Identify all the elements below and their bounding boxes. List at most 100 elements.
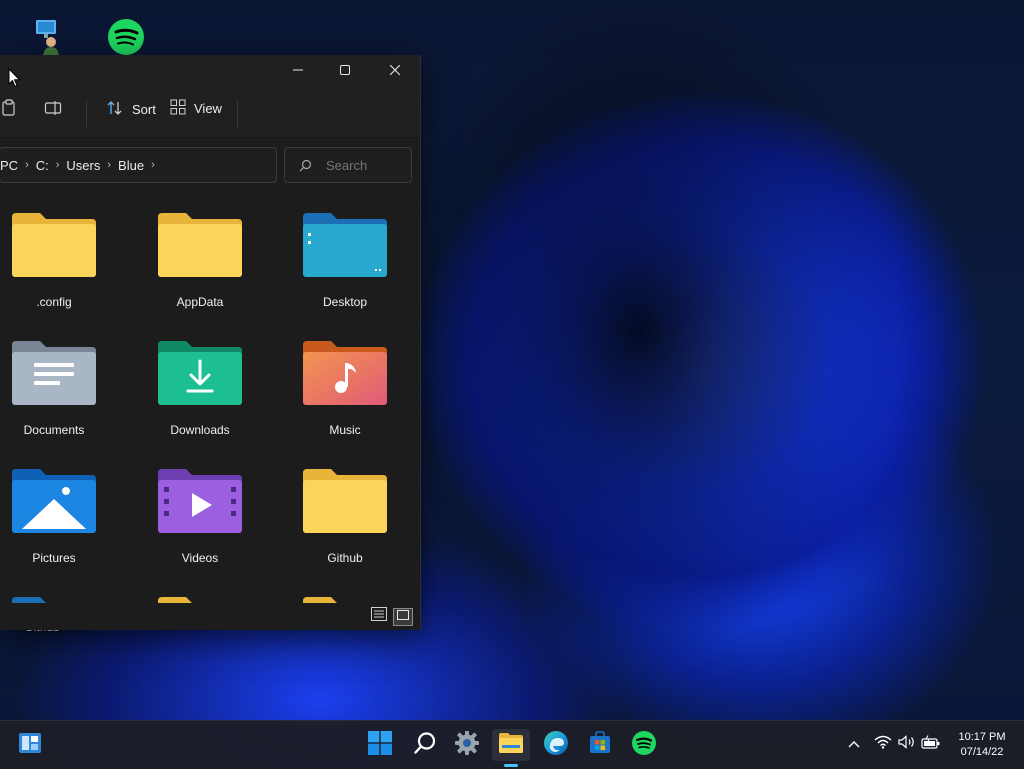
downloads-folder-icon [145,339,255,405]
file-item-music[interactable]: Music [290,339,400,437]
command-bar: Sort View [0,85,420,138]
breadcrumb-item-c[interactable]: C: [36,158,49,173]
settings-icon [454,730,480,761]
paste-button[interactable] [0,99,18,120]
file-item-github[interactable]: Github [290,467,400,565]
sort-icon [106,99,124,120]
toolbar-divider [86,101,87,127]
file-item-partial[interactable] [290,595,400,603]
file-item-appdata[interactable]: AppData [145,211,255,309]
file-explorer-window: Sort View PC › C: › Users › Blue › Searc… [0,55,421,630]
settings-button[interactable] [451,729,483,761]
battery-icon [921,734,941,754]
file-item-partial[interactable] [0,595,109,603]
paste-icon [0,99,18,120]
search-icon [299,159,312,172]
network-button[interactable] [872,733,894,755]
address-bar[interactable]: PC › C: › Users › Blue › [0,147,277,183]
wifi-icon [874,735,892,754]
desktop-icon-spotify[interactable] [94,18,158,59]
active-app-indicator [504,764,518,767]
file-item-config[interactable]: .config [0,211,109,309]
desktop-folder-icon [290,211,400,277]
file-item-label: .config [36,295,72,309]
clock-date: 07/14/22 [960,746,1004,758]
file-item-downloads[interactable]: Downloads [145,339,255,437]
folder-icon [290,595,400,603]
chevron-right-icon: › [25,159,29,171]
folder-icon [290,467,400,533]
breadcrumb-item-users[interactable]: Users [66,158,100,173]
search-box[interactable] [284,147,412,183]
file-explorer-button[interactable] [492,729,530,761]
taskbar: 10:17 PM 07/14/22 [0,720,1024,769]
details-view-button[interactable] [370,606,388,624]
breadcrumb-item-pc[interactable]: PC [0,158,18,173]
chevron-right-icon: › [107,159,112,171]
view-icon [170,99,186,118]
view-label: View [194,101,222,116]
start-button[interactable] [364,729,396,761]
widgets-button[interactable] [14,729,46,761]
spotify-icon [631,730,657,761]
chevron-right-icon: › [55,159,60,171]
mouse-pointer-icon [8,67,21,93]
show-hidden-icons-button[interactable] [843,733,865,755]
tiles-view-icon [396,608,410,626]
store-button[interactable] [584,729,616,761]
file-item-partial[interactable] [145,595,255,603]
file-grid: .config AppData Desktop Documents Downlo… [0,191,420,603]
folder-icon [0,211,109,277]
sort-button[interactable]: Sort [106,99,156,120]
file-item-label: Documents [23,423,85,437]
file-item-label: Music [329,423,361,437]
minimize-button[interactable] [275,55,321,85]
videos-folder-icon [145,467,255,533]
documents-folder-icon [0,339,109,405]
large-icons-view-button[interactable] [393,608,413,626]
spotify-button[interactable] [628,729,660,761]
file-explorer-icon [498,732,524,759]
widgets-icon [18,732,42,759]
status-bar [0,603,420,630]
file-item-label: AppData [176,295,224,309]
view-button[interactable]: View [170,99,222,118]
rename-icon [44,99,62,120]
sort-label: Sort [132,102,156,117]
battery-button[interactable] [920,733,942,755]
clock[interactable]: 10:17 PM 07/14/22 [945,730,1019,760]
folder-icon [0,595,109,603]
file-item-label: Downloads [170,423,230,437]
search-input[interactable] [326,157,406,173]
breadcrumb-item-blue[interactable]: Blue [118,158,144,173]
maximize-button[interactable] [322,55,368,85]
file-item-videos[interactable]: Videos [145,467,255,565]
edge-icon [543,730,569,761]
file-item-documents[interactable]: Documents [0,339,109,437]
chevron-up-icon [848,735,860,753]
file-item-desktop[interactable]: Desktop [290,211,400,309]
title-bar[interactable] [0,55,420,85]
store-icon [588,730,612,760]
volume-icon [898,734,916,754]
chevron-right-icon[interactable]: › [151,159,155,171]
pictures-folder-icon [0,467,109,533]
volume-button[interactable] [896,733,918,755]
edge-button[interactable] [540,729,572,761]
folder-icon [145,595,255,603]
rename-button[interactable] [44,99,62,120]
address-row: PC › C: › Users › Blue › [0,138,420,191]
search-icon [413,731,437,760]
file-item-label: Videos [181,551,219,565]
folder-icon [145,211,255,277]
file-item-label: Github [327,551,363,565]
toolbar-divider [237,101,238,127]
clock-time: 10:17 PM [958,731,1006,743]
breadcrumb: PC › C: › Users › Blue › [0,158,162,173]
search-button[interactable] [409,729,441,761]
close-button[interactable] [372,55,418,85]
file-item-pictures[interactable]: Pictures [0,467,109,565]
file-item-label: Desktop [322,295,368,309]
file-item-label: Pictures [32,551,76,565]
start-icon [368,730,392,760]
